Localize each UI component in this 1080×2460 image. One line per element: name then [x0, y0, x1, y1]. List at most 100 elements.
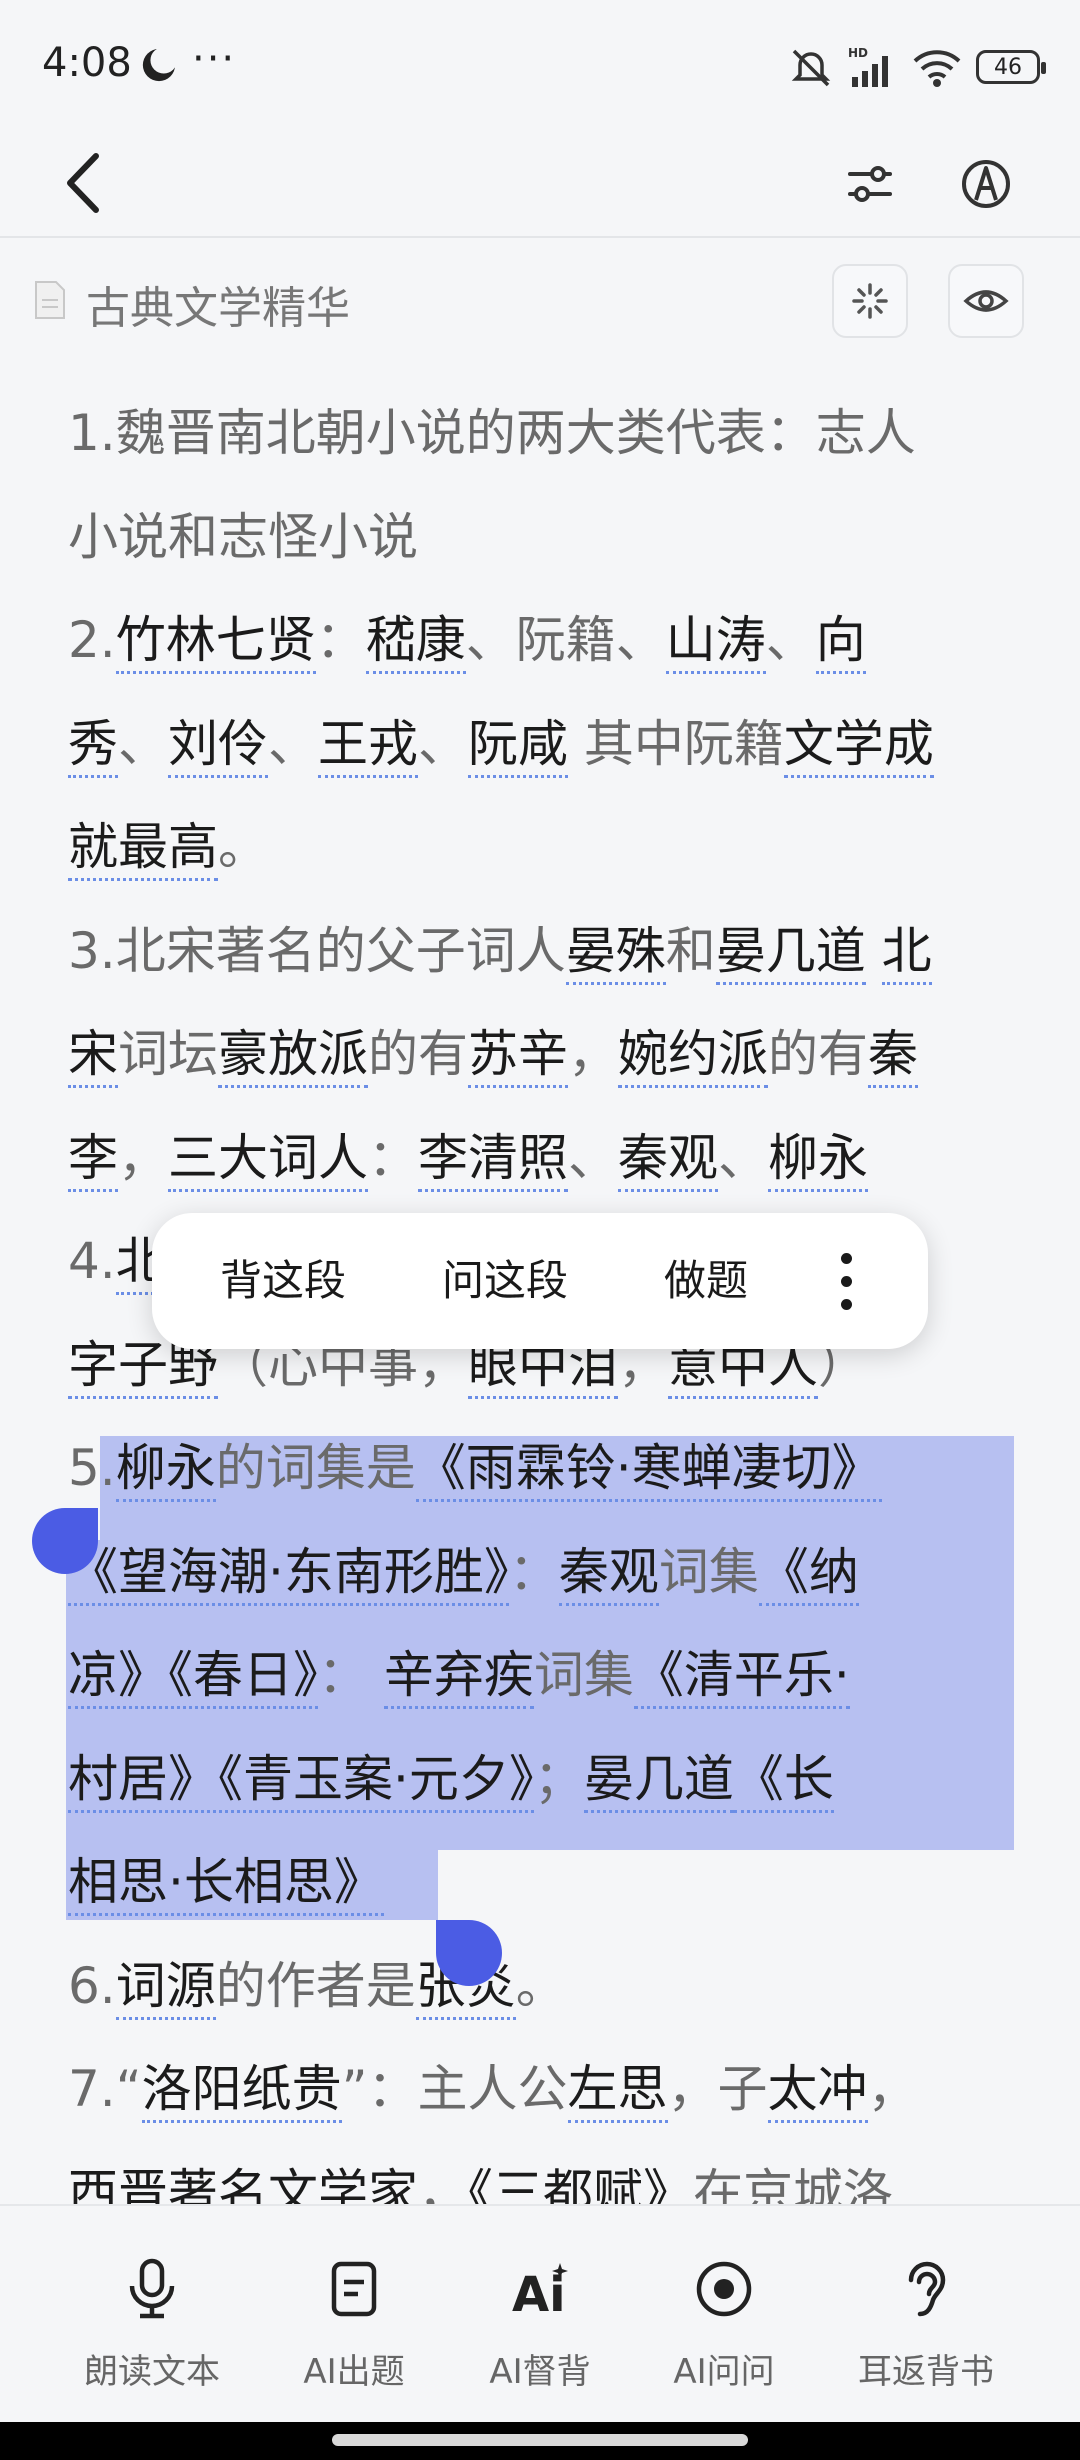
tab-ear-recite[interactable]: 耳返背书 [826, 2206, 1026, 2424]
keyword-text[interactable]: 相思·长相思》 [68, 1853, 384, 1916]
plain-text: 小说和志怪小说 [68, 507, 418, 566]
text-line: 小说和志怪小说 [68, 486, 1028, 590]
nav-divider [0, 236, 1080, 238]
selection-start-handle[interactable] [32, 1508, 98, 1574]
keyword-text[interactable]: 左思 [567, 2060, 668, 2123]
keyword-text[interactable]: 三大词人 [168, 1128, 368, 1192]
back-arrow-icon[interactable] [58, 150, 118, 216]
keyword-text[interactable]: 向 [815, 611, 866, 674]
plain-text: 4. [68, 1232, 116, 1290]
keyword-text[interactable]: 凉》《春日》 [68, 1646, 318, 1709]
keyword-text[interactable]: 柳永 [768, 1128, 868, 1192]
keyword-text[interactable]: 李清照 [418, 1128, 568, 1192]
keyword-text[interactable]: 晏几道 [583, 1749, 734, 1813]
keyword-text[interactable]: 词源 [115, 1956, 216, 2020]
tab-ai-recite[interactable]: Ai AI督背 [440, 2206, 640, 2424]
keyword-text[interactable]: 王戎 [318, 714, 418, 778]
plain-text: 7.“ [68, 2060, 142, 2118]
system-nav-bar [0, 2422, 1080, 2460]
tab-label: AI督背 [489, 2352, 591, 2392]
keyword-text[interactable]: 宋 [68, 1025, 118, 1088]
home-indicator[interactable] [332, 2434, 748, 2446]
keyword-text[interactable]: 村居》《青玉案·元夕》 [68, 1749, 534, 1813]
plain-text: ， [118, 1128, 168, 1187]
pen-circle-icon[interactable] [954, 152, 1018, 216]
plain-text: 、 [418, 714, 468, 773]
keyword-text[interactable]: 嵇康 [365, 611, 466, 674]
plain-text: ； [533, 1749, 584, 1808]
svg-text:Ai: Ai [512, 2267, 566, 2319]
keyword-text[interactable]: 洛阳纸贵 [141, 2060, 342, 2123]
plain-text: 词集 [533, 1646, 634, 1704]
keyword-text[interactable]: 秦观 [558, 1542, 659, 1606]
more-vertical-icon[interactable] [840, 1253, 854, 1311]
keyword-text[interactable]: 秀 [68, 714, 118, 778]
keyword-text[interactable]: 文学成 [783, 714, 934, 778]
plain-text: 、 [765, 611, 816, 669]
keyword-text[interactable]: 婉约派 [618, 1025, 768, 1088]
keyword-text[interactable]: 辛弃疾 [383, 1646, 534, 1709]
tab-read-aloud[interactable]: 朗读文本 [52, 2206, 252, 2424]
keyword-text[interactable]: 秦观 [618, 1128, 718, 1192]
plain-text: 。 [515, 1956, 566, 2015]
practice-quiz-button[interactable]: 做题 [664, 1213, 748, 1349]
text-line: 2.竹林七贤：嵇康、阮籍、山涛、向 [68, 589, 1028, 693]
magic-button[interactable] [832, 264, 908, 338]
selection-end-handle[interactable] [436, 1920, 502, 1986]
keyword-text[interactable]: 李 [68, 1128, 118, 1192]
keyword-text[interactable]: 太冲 [767, 2060, 868, 2123]
plain-text: ， [867, 2060, 918, 2118]
top-nav [0, 130, 1080, 236]
text-line: 村居》《青玉案·元夕》；晏几道《长 [68, 1728, 1028, 1832]
keyword-text[interactable]: 阮咸 [468, 714, 568, 778]
plain-text: 、 [568, 1128, 618, 1187]
document-icon [324, 2256, 384, 2322]
selection-popup-menu: 背这段 问这段 做题 [152, 1213, 928, 1349]
keyword-text[interactable]: 竹林七贤 [115, 611, 316, 674]
plain-text: ： [315, 611, 366, 669]
settings-sliders-icon[interactable] [838, 152, 902, 216]
plain-text: 词集 [658, 1542, 759, 1601]
plain-text: 3.北宋著名的父子词人 [68, 921, 566, 980]
microphone-icon [122, 2256, 182, 2322]
plain-text: 。 [218, 818, 268, 876]
text-line: 相思·长相思》 [68, 1831, 1028, 1935]
keyword-text[interactable]: 秦 [868, 1025, 918, 1088]
svg-text:HD: HD [848, 46, 868, 60]
keyword-text[interactable]: 山涛 [665, 611, 766, 674]
keyword-text[interactable]: 北 [881, 921, 932, 985]
status-time: 4:08 [42, 40, 132, 86]
keyword-text[interactable]: 《望海潮·东南形胜》 [68, 1542, 509, 1606]
keyword-text[interactable]: 《清平乐· [633, 1646, 850, 1709]
keyword-text[interactable]: 豪放派 [218, 1025, 368, 1088]
tab-ai-ask[interactable]: AI问问 [624, 2206, 824, 2424]
text-line: 7.“洛阳纸贵”：主人公左思，子太冲， [68, 2038, 1028, 2142]
keyword-text[interactable]: 刘伶 [168, 714, 268, 778]
keyword-text[interactable]: 苏辛 [468, 1025, 568, 1088]
text-line: 凉》《春日》： 辛弃疾词集《清平乐· [68, 1624, 1028, 1728]
tab-label: AI问问 [673, 2352, 775, 2392]
keyword-text[interactable]: 就最高 [68, 818, 218, 881]
visibility-button[interactable] [948, 264, 1024, 338]
keyword-text[interactable]: 柳永 [115, 1439, 216, 1502]
eye-icon [963, 290, 1009, 312]
status-more-dots: ··· [192, 36, 237, 82]
text-line: 李，三大词人：李清照、秦观、柳永 [68, 1107, 1028, 1211]
text-line: 3.北宋著名的父子词人晏殊和晏几道 北 [68, 900, 1028, 1004]
keyword-text[interactable]: 《长 [733, 1749, 834, 1813]
mute-icon [791, 49, 831, 87]
ask-paragraph-button[interactable]: 问这段 [442, 1213, 568, 1349]
plain-text: 的有 [368, 1025, 468, 1083]
recite-paragraph-button[interactable]: 背这段 [220, 1213, 346, 1349]
keyword-text[interactable]: 《雨霖铃·寒蝉凄切》 [415, 1439, 882, 1502]
plain-text: ，子 [667, 2060, 768, 2118]
status-bar: 4:08 ··· HD 46 [0, 0, 1080, 130]
tab-ai-quiz[interactable]: AI出题 [254, 2206, 454, 2424]
keyword-text[interactable]: 晏几道 [715, 921, 866, 985]
keyword-text[interactable]: 《纳 [758, 1542, 859, 1606]
keyword-text[interactable]: 晏殊 [565, 921, 666, 985]
plain-text: 的词集是 [215, 1439, 416, 1497]
plain-text: 、阮籍、 [465, 611, 666, 669]
battery-icon: 46 [976, 50, 1046, 84]
text-line: 5.柳永的词集是《雨霖铃·寒蝉凄切》 [68, 1417, 1028, 1521]
